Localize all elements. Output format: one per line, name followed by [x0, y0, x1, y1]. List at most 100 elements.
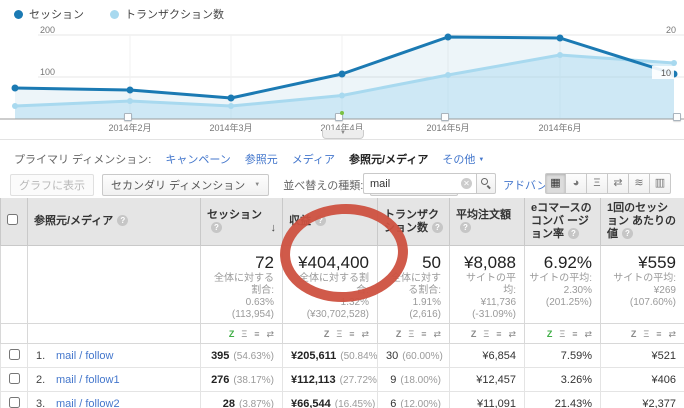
bar-view-icon[interactable]: Ξ — [241, 329, 247, 340]
revenue-value: ¥66,544 — [291, 397, 331, 408]
bar-view-icon[interactable]: Ξ — [408, 329, 414, 340]
legend-label: セッション — [29, 9, 84, 21]
per-session-value: ¥521 — [651, 349, 676, 362]
avg-order-display-icons: Z Ξ ≡ ⇄ — [471, 329, 516, 340]
data-table-view-icon[interactable]: ▦ — [545, 173, 566, 194]
primary-dimension-bar: プライマリ ディメンション: キャンペーン 参照元 メディア 参照元/メディア … — [0, 140, 684, 168]
report-table: 参照元/メディア? セッション? ↓ 収益? トランザクション数? 平均注文額? … — [0, 198, 684, 408]
comparison-view-icon[interactable]: ⇄ — [608, 173, 629, 194]
column-header-sessions[interactable]: セッション? ↓ — [200, 198, 283, 246]
column-header-ecommerce-conversion-rate[interactable]: eコマースのコンバ ージョン率? — [524, 198, 601, 246]
performance-view-icon[interactable]: Ξ — [587, 173, 608, 194]
transactions-pct: (12.00%) — [400, 398, 441, 408]
revenue-pct: (16.45%) — [334, 398, 376, 408]
source-medium-link[interactable]: mail / follow2 — [56, 398, 120, 408]
secondary-dimension-dropdown[interactable]: セカンダリ ディメンション ▼ — [102, 173, 270, 196]
stacked-view-icon[interactable]: ≡ — [254, 329, 259, 340]
help-icon[interactable]: ? — [315, 215, 326, 226]
chart-collapse-tab[interactable]: ▼ — [322, 130, 364, 139]
compare-view-icon[interactable]: ⇄ — [361, 329, 369, 340]
left-axis-tick: 200 — [40, 25, 55, 35]
table-row[interactable]: 3. mail / follow2 28 (3.87%) ¥66,544 (16.45… — [0, 391, 684, 408]
x-axis-label: 2014年6月 — [538, 123, 582, 133]
sessions-value: 28 — [222, 397, 235, 408]
chevron-down-icon: ▼ — [478, 156, 485, 163]
stacked-view-icon[interactable]: ≡ — [572, 329, 577, 340]
legend-item-sessions[interactable]: セッション — [14, 6, 84, 22]
annotation-marker-icon[interactable] — [673, 113, 681, 121]
weighted-sort-icon[interactable]: Z — [324, 329, 330, 340]
dimension-medium-link[interactable]: メディア — [292, 151, 335, 167]
dimension-source-link[interactable]: 参照元 — [245, 151, 278, 167]
select-all-checkbox[interactable] — [7, 214, 18, 225]
weighted-sort-icon[interactable]: Z — [547, 329, 553, 340]
sort-descending-icon[interactable]: ↓ — [271, 222, 277, 235]
annotation-marker-icon[interactable] — [441, 113, 449, 121]
sort-type-label: 並べ替えの種類: — [283, 179, 364, 192]
help-icon[interactable]: ? — [117, 215, 129, 226]
row-checkbox[interactable] — [9, 348, 20, 360]
stacked-view-icon[interactable]: ≡ — [349, 329, 354, 340]
dimension-campaign-link[interactable]: キャンペーン — [165, 151, 230, 167]
avg-order-value: ¥12,457 — [476, 373, 516, 386]
source-medium-link[interactable]: mail / follow — [56, 350, 113, 362]
bar-view-icon[interactable]: Ξ — [336, 329, 342, 340]
legend-item-transactions[interactable]: トランザクション数 — [110, 6, 224, 22]
clear-search-icon[interactable]: ✕ — [461, 178, 472, 189]
compare-view-icon[interactable]: ⇄ — [584, 329, 592, 340]
sessions-value: 395 — [211, 349, 230, 362]
term-cloud-view-icon[interactable]: ≋ — [629, 173, 650, 194]
weighted-sort-icon[interactable]: Z — [631, 329, 637, 340]
bar-view-icon[interactable]: Ξ — [559, 329, 565, 340]
revenue-value: ¥112,113 — [291, 373, 336, 386]
analytics-report-page: セッション トランザクション数 200 100 20 10 2014年2月 20… — [0, 0, 684, 408]
dimension-source-medium-selected[interactable]: 参照元/メディア — [349, 151, 428, 167]
weighted-sort-icon[interactable]: Z — [471, 329, 477, 340]
column-header-transactions[interactable]: トランザクション数? — [377, 198, 450, 246]
row-checkbox[interactable] — [9, 372, 20, 384]
new-annotation-dot-icon — [340, 111, 344, 115]
sessions-pct: (54.63%) — [233, 350, 274, 362]
pivot-view-icon[interactable]: ▥ — [650, 173, 671, 194]
table-search-box: ✕ — [363, 173, 476, 194]
table-view-switcher: ▦ ◕ Ξ ⇄ ≋ ▥ — [545, 173, 671, 194]
table-row[interactable]: 1. mail / follow 395 (54.63%) ¥205,611 (50.… — [0, 343, 684, 368]
help-icon[interactable]: ? — [622, 228, 633, 239]
conv-rate-display-icons: Z Ξ ≡ ⇄ — [547, 329, 592, 340]
help-icon[interactable]: ? — [211, 221, 222, 233]
summary-revenue: ¥404,400 全体に対する割合: 1.32% (¥30,702,528) — [282, 245, 378, 324]
column-header-avg-order-value[interactable]: 平均注文額? — [449, 198, 525, 246]
search-button[interactable] — [476, 173, 496, 194]
stacked-view-icon[interactable]: ≡ — [656, 329, 661, 340]
help-icon[interactable]: ? — [432, 221, 443, 233]
source-medium-link[interactable]: mail / follow1 — [56, 374, 120, 386]
column-header-per-session-value[interactable]: 1回のセッション あたりの値? — [600, 198, 684, 246]
transactions-series-dot-icon — [110, 9, 119, 19]
help-icon[interactable]: ? — [460, 221, 471, 233]
bar-view-icon[interactable]: Ξ — [643, 329, 649, 340]
bar-view-icon[interactable]: Ξ — [483, 329, 489, 340]
table-row[interactable]: 2. mail / follow1 276 (38.17%) ¥112,113 (27… — [0, 367, 684, 392]
annotation-marker-icon[interactable] — [124, 113, 132, 121]
column-header-source-medium[interactable]: 参照元/メディア? — [27, 198, 201, 246]
dimension-other-dropdown[interactable]: その他 ▼ — [442, 151, 484, 167]
help-icon[interactable]: ? — [568, 228, 579, 239]
stacked-view-icon[interactable]: ≡ — [496, 329, 501, 340]
percentage-view-icon[interactable]: ◕ — [566, 173, 587, 194]
compare-view-icon[interactable]: ⇄ — [433, 329, 441, 340]
weighted-sort-icon[interactable]: Z — [229, 329, 235, 340]
compare-view-icon[interactable]: ⇄ — [266, 329, 274, 340]
compare-view-icon[interactable]: ⇄ — [508, 329, 516, 340]
right-axis-tick: 10 — [661, 68, 671, 78]
plot-rows-button[interactable]: グラフに表示 — [10, 173, 94, 196]
search-input[interactable] — [370, 177, 461, 190]
compare-view-icon[interactable]: ⇄ — [668, 329, 676, 340]
stacked-view-icon[interactable]: ≡ — [421, 329, 426, 340]
table-header-row: 参照元/メディア? セッション? ↓ 収益? トランザクション数? 平均注文額? … — [0, 198, 684, 246]
summary-transactions: 50 全体に対する割合: 1.91% (2,616) — [377, 245, 450, 324]
row-checkbox[interactable] — [9, 396, 20, 408]
column-header-revenue[interactable]: 収益? — [282, 198, 378, 246]
transactions-pct: (18.00%) — [400, 374, 441, 386]
annotation-marker-icon[interactable] — [335, 111, 344, 121]
weighted-sort-icon[interactable]: Z — [396, 329, 402, 340]
